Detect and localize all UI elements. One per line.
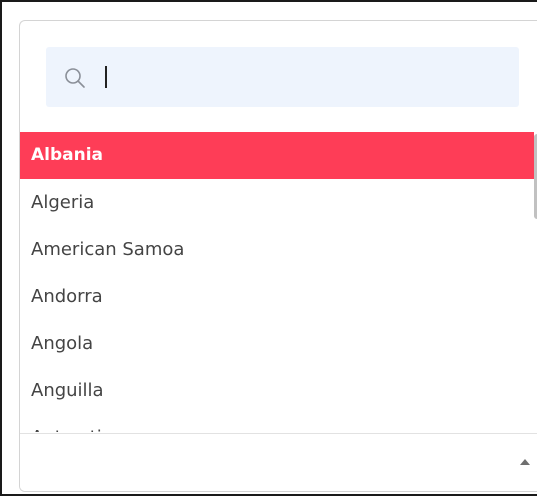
search-box[interactable] (46, 47, 519, 107)
dropdown-frame: Albania Algeria American Samoa Andorra A… (0, 0, 537, 496)
text-cursor (105, 66, 107, 88)
country-list[interactable]: Albania Algeria American Samoa Andorra A… (20, 132, 534, 432)
chevron-up-icon[interactable] (520, 459, 530, 465)
dropdown-footer (20, 433, 537, 491)
list-item-albania[interactable]: Albania (20, 132, 534, 179)
list-item-antarctica[interactable]: Antarctica (20, 414, 534, 432)
search-input[interactable] (102, 61, 506, 95)
list-item-anguilla[interactable]: Anguilla (20, 367, 534, 414)
search-icon (65, 68, 85, 88)
list-item-andorra[interactable]: Andorra (20, 273, 534, 320)
list-item-angola[interactable]: Angola (20, 320, 534, 367)
country-dropdown-panel: Albania Algeria American Samoa Andorra A… (19, 20, 537, 492)
list-item-algeria[interactable]: Algeria (20, 179, 534, 226)
list-item-american-samoa[interactable]: American Samoa (20, 226, 534, 273)
